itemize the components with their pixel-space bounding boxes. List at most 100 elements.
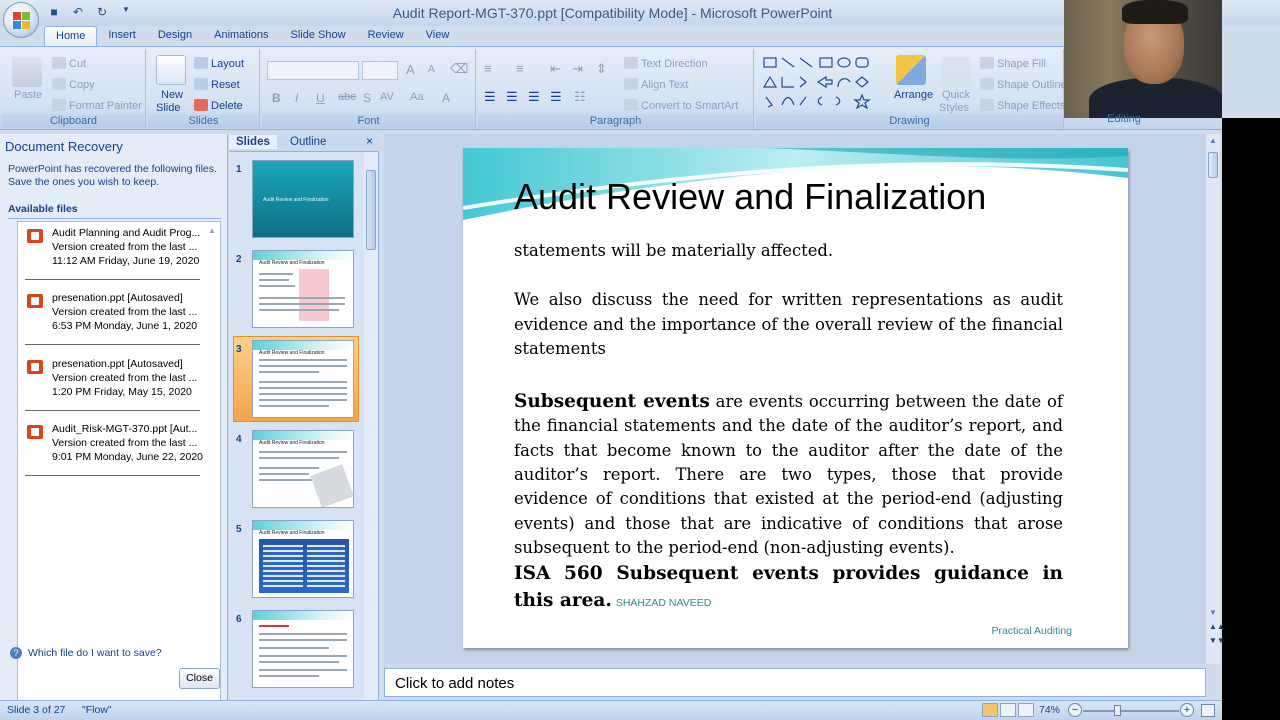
numbering-icon[interactable]: ≡ bbox=[516, 61, 524, 76]
slide-thumbnail-2[interactable]: Audit Review and Finalization bbox=[252, 250, 354, 328]
bullets-icon[interactable]: ≡ bbox=[484, 61, 492, 76]
new-slide-button[interactable]: New bbox=[161, 89, 183, 101]
redo-icon[interactable]: ↻ bbox=[94, 5, 110, 20]
underline-icon[interactable]: U bbox=[316, 91, 325, 105]
slide-body-text[interactable]: statements will be materially affected. … bbox=[514, 239, 1063, 617]
thumb-line bbox=[259, 393, 347, 395]
grow-font-icon[interactable]: A bbox=[406, 62, 415, 77]
font-color-icon[interactable]: A bbox=[442, 91, 450, 105]
close-button[interactable]: Close bbox=[179, 668, 220, 689]
italic-icon[interactable]: I bbox=[295, 91, 298, 105]
line-spacing-icon[interactable]: ⇕ bbox=[596, 61, 607, 77]
text-direction-button[interactable]: Text Direction bbox=[624, 57, 708, 70]
shrink-font-icon[interactable]: A bbox=[428, 64, 435, 75]
tab-design[interactable]: Design bbox=[147, 26, 203, 46]
current-slide[interactable]: Audit Review and Finalization statements… bbox=[463, 148, 1128, 648]
office-button[interactable] bbox=[3, 2, 39, 38]
align-center-icon[interactable]: ☰ bbox=[506, 89, 518, 105]
strikethrough-icon[interactable]: abe bbox=[338, 91, 356, 103]
recovered-file-item[interactable]: Audit_Risk-MGT-370.ppt [Aut... Version c… bbox=[25, 423, 207, 483]
convert-smartart-button[interactable]: Convert to SmartArt bbox=[624, 99, 738, 112]
normal-view-icon[interactable] bbox=[982, 703, 998, 717]
align-left-icon[interactable]: ☰ bbox=[484, 89, 496, 105]
zoom-in-icon[interactable]: + bbox=[1180, 703, 1194, 717]
slide-thumbnail-6[interactable] bbox=[252, 610, 354, 688]
bold-term: Subsequent events bbox=[514, 391, 710, 413]
zoom-slider-handle[interactable] bbox=[1114, 705, 1121, 716]
new-slide-icon[interactable] bbox=[156, 55, 186, 85]
customize-chevron-icon[interactable]: ▼ bbox=[118, 5, 134, 20]
quick-styles-icon[interactable] bbox=[941, 57, 971, 87]
justify-icon[interactable]: ☰ bbox=[550, 89, 562, 105]
paste-icon[interactable] bbox=[12, 57, 42, 87]
recovered-file-item[interactable]: Audit Planning and Audit Prog... Version… bbox=[25, 227, 207, 287]
char-spacing-icon[interactable]: AV bbox=[380, 91, 394, 103]
scroll-down-icon[interactable]: ▼ bbox=[1209, 608, 1217, 617]
tab-home[interactable]: Home bbox=[44, 26, 98, 46]
shape-outline-button[interactable]: Shape Outline bbox=[980, 78, 1067, 91]
slide-thumbnail-5[interactable]: Audit Review and Finalization bbox=[252, 520, 354, 598]
recovered-file-item[interactable]: presenation.ppt [Autosaved] Version crea… bbox=[25, 292, 207, 352]
shadow-icon[interactable]: S bbox=[363, 91, 371, 105]
slide-show-icon[interactable] bbox=[1018, 703, 1034, 717]
bold-icon[interactable]: B bbox=[272, 91, 281, 105]
slide-sorter-icon[interactable] bbox=[1000, 703, 1016, 717]
fit-to-window-icon[interactable] bbox=[1201, 704, 1215, 717]
change-case-icon[interactable]: Aa bbox=[410, 91, 423, 103]
layout-button[interactable]: Layout bbox=[194, 57, 244, 70]
recovery-scrollbar[interactable]: ▲ ▼ bbox=[206, 224, 218, 720]
align-right-icon[interactable]: ☰ bbox=[528, 89, 540, 105]
columns-icon[interactable]: ☷ bbox=[574, 89, 586, 105]
undo-icon[interactable]: ↶ bbox=[70, 5, 86, 20]
previous-slide-icon[interactable]: ▲▲ bbox=[1209, 622, 1225, 631]
font-name-select[interactable] bbox=[267, 61, 359, 80]
scroll-up-icon[interactable]: ▲ bbox=[1209, 136, 1217, 145]
increase-indent-icon[interactable]: ⇥ bbox=[572, 61, 583, 77]
thumb-line bbox=[259, 633, 347, 635]
shape-fill-button[interactable]: Shape Fill bbox=[980, 57, 1046, 70]
cut-button[interactable]: Cut bbox=[52, 57, 86, 70]
slides-pane-scrollbar[interactable] bbox=[364, 152, 378, 700]
reset-button[interactable]: Reset bbox=[194, 78, 240, 91]
new-slide-button-line2[interactable]: Slide bbox=[156, 102, 180, 114]
slide-thumbnail-1[interactable]: Audit Review and Finalization bbox=[252, 160, 354, 238]
tab-slides[interactable]: Slides bbox=[229, 135, 277, 149]
arrange-icon[interactable] bbox=[896, 55, 926, 85]
arrange-button[interactable]: Arrange bbox=[894, 89, 933, 101]
scroll-thumb[interactable] bbox=[1208, 152, 1218, 178]
next-slide-icon[interactable]: ▼▼ bbox=[1209, 636, 1225, 645]
save-icon[interactable]: ■ bbox=[46, 5, 62, 20]
align-text-button[interactable]: Align Text bbox=[624, 78, 689, 91]
recovered-file-item[interactable]: presenation.ppt [Autosaved] Version crea… bbox=[25, 358, 207, 418]
tab-insert[interactable]: Insert bbox=[97, 26, 147, 46]
shape-effects-button[interactable]: Shape Effects bbox=[980, 99, 1065, 112]
font-size-select[interactable] bbox=[362, 61, 398, 80]
paste-button[interactable]: Paste bbox=[14, 89, 42, 101]
tab-slide-show[interactable]: Slide Show bbox=[280, 26, 357, 46]
slide-title[interactable]: Audit Review and Finalization bbox=[514, 176, 986, 218]
thumb-graphic bbox=[299, 269, 329, 321]
format-painter-button[interactable]: Format Painter bbox=[52, 99, 142, 112]
slide-thumbnail-3[interactable]: Audit Review and Finalization bbox=[252, 340, 354, 418]
tab-review[interactable]: Review bbox=[357, 26, 415, 46]
zoom-slider[interactable] bbox=[1083, 710, 1179, 712]
quick-styles-button-line2[interactable]: Styles bbox=[939, 102, 969, 114]
zoom-out-icon[interactable]: − bbox=[1068, 703, 1082, 717]
clear-format-icon[interactable]: ⌫ bbox=[450, 61, 468, 77]
copy-button[interactable]: Copy bbox=[52, 78, 95, 91]
quick-styles-button[interactable]: Quick bbox=[942, 89, 970, 101]
editor-scrollbar[interactable]: ▲ ▼ ▲▲ ▼▼ bbox=[1206, 134, 1225, 664]
delete-button[interactable]: Delete bbox=[194, 99, 243, 112]
close-pane-icon[interactable]: × bbox=[366, 134, 373, 148]
shapes-gallery[interactable] bbox=[762, 55, 880, 110]
zoom-level[interactable]: 74% bbox=[1039, 704, 1060, 716]
tab-view[interactable]: View bbox=[415, 26, 461, 46]
tab-animations[interactable]: Animations bbox=[203, 26, 279, 46]
tab-outline[interactable]: Outline bbox=[283, 135, 333, 149]
scroll-thumb[interactable] bbox=[366, 170, 376, 250]
notes-input[interactable]: Click to add notes bbox=[384, 668, 1206, 697]
slide-thumbnail-4[interactable]: Audit Review and Finalization bbox=[252, 430, 354, 508]
scroll-up-icon[interactable]: ▲ bbox=[208, 226, 216, 235]
help-link[interactable]: ? Which file do I want to save? bbox=[10, 647, 162, 659]
decrease-indent-icon[interactable]: ⇤ bbox=[550, 61, 561, 77]
